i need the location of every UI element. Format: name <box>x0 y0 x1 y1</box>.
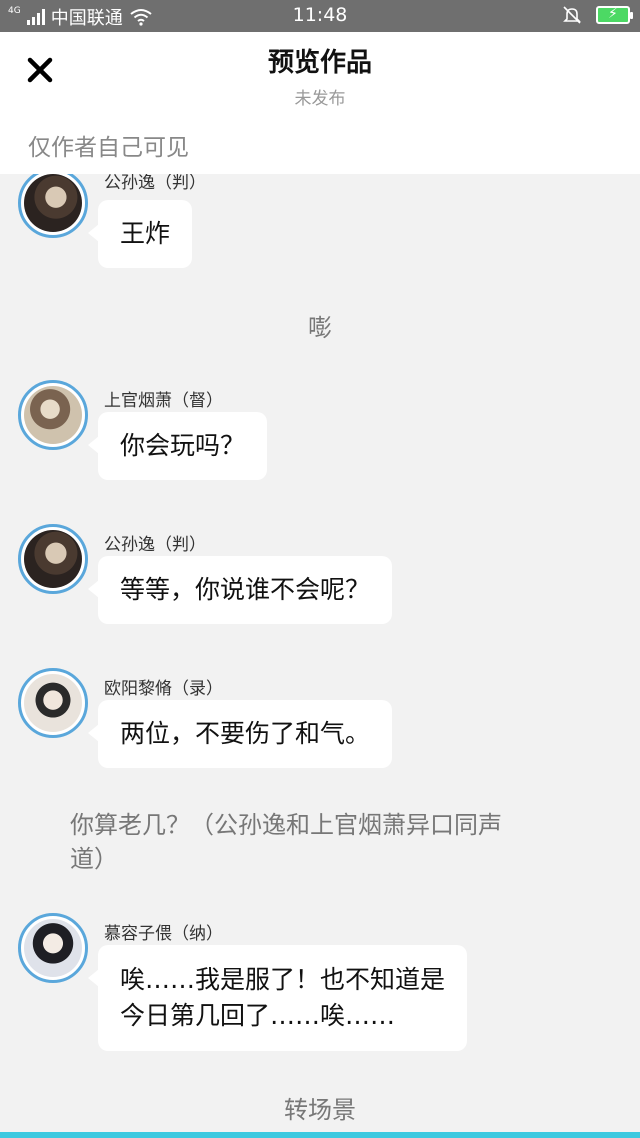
mute-bell-icon <box>563 6 581 24</box>
visibility-note: 仅作者自己可见 <box>28 135 189 161</box>
header: 预览作品 未发布 仅作者自己可见 <box>0 32 640 174</box>
speaker-name: 公孙逸（判） <box>104 174 206 193</box>
narration-line: 道） <box>70 845 118 873</box>
avatar[interactable] <box>18 668 88 738</box>
avatar[interactable] <box>18 174 88 238</box>
battery-icon: ⚡ <box>596 6 633 24</box>
message-bubble[interactable]: 两位，不要伤了和气。 <box>87 700 393 768</box>
message-bubble[interactable]: 王炸 <box>87 200 193 268</box>
page-title: 预览作品 <box>267 48 372 78</box>
narration-line: 你算老几？（公孙逸和上官烟萧异口同声 <box>70 811 502 839</box>
speaker-name: 上官烟萧（督） <box>104 391 223 411</box>
status-time: 11:48 <box>292 4 348 26</box>
message-bubble[interactable]: 等等，你说谁不会呢？ <box>87 556 393 624</box>
status-bar: 4G 中国联通 11:48 ⚡ <box>0 0 640 32</box>
publish-status: 未发布 <box>294 89 346 109</box>
bottom-accent-bar <box>0 1132 640 1138</box>
chat-list[interactable]: 公孙逸（判） 王炸 嘭 上官烟萧（督） 你会玩吗？ 公孙逸（判） 等等，你说谁不… <box>0 174 640 1132</box>
message-bubble[interactable]: 唉……我是服了！也不知道是 今日第几回了……唉…… <box>87 945 468 1051</box>
message-bubble[interactable]: 你会玩吗？ <box>87 412 268 480</box>
status-right: ⚡ <box>562 5 633 25</box>
speaker-name: 欧阳黎脩（录） <box>104 679 223 699</box>
speaker-name: 公孙逸（判） <box>104 535 206 555</box>
charging-bolt-icon: ⚡ <box>608 6 618 22</box>
narration-text: 你算老几？（公孙逸和上官烟萧异口同声 道） <box>70 808 570 876</box>
avatar[interactable] <box>18 380 88 450</box>
avatar[interactable] <box>18 524 88 594</box>
scene-change-text: 转场景 <box>284 1096 356 1124</box>
message-line: 今日第几回了……唉…… <box>120 1001 396 1030</box>
speaker-name: 慕容子偎（纳） <box>104 924 223 944</box>
sound-effect-text: 嘭 <box>308 314 332 342</box>
message-line: 唉……我是服了！也不知道是 <box>120 965 446 994</box>
avatar[interactable] <box>18 913 88 983</box>
